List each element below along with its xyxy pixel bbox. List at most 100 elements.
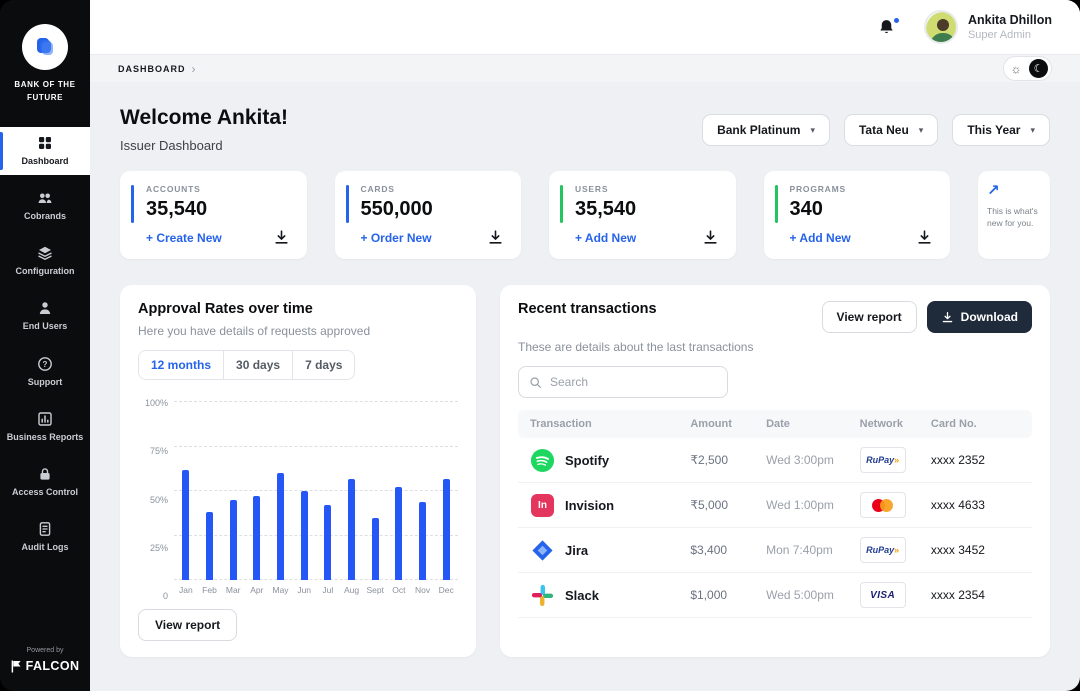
transactions-title: Recent transactions bbox=[518, 301, 657, 317]
breadcrumb-label[interactable]: DASHBOARD bbox=[118, 64, 186, 74]
sidebar-item-label: Configuration bbox=[16, 266, 75, 277]
transaction-row-invision[interactable]: InInvision₹5,000Wed 1:00pmxxxx 4633 bbox=[518, 483, 1032, 528]
chevron-down-icon: ▾ bbox=[919, 125, 924, 136]
y-tick-label: 0 bbox=[163, 591, 168, 601]
sidebar-item-cobrands[interactable]: Cobrands bbox=[0, 182, 90, 230]
table-header-row: TransactionAmountDateNetworkCard No. bbox=[518, 410, 1032, 438]
svg-text:?: ? bbox=[43, 360, 48, 369]
stat-action-link[interactable]: + Order New bbox=[361, 231, 432, 245]
filter-label: Tata Neu bbox=[859, 123, 909, 137]
sidebar-item-label: Dashboard bbox=[21, 156, 68, 167]
download-icon[interactable] bbox=[702, 229, 720, 247]
stat-action-link[interactable]: + Add New bbox=[575, 231, 636, 245]
avatar[interactable] bbox=[924, 10, 958, 44]
access-control-lock-icon bbox=[37, 466, 53, 482]
powered-by-label: Powered by bbox=[27, 647, 64, 654]
sidebar-item-support[interactable]: ?Support bbox=[0, 348, 90, 396]
chart-plot bbox=[174, 402, 458, 580]
stat-label: USERS bbox=[575, 184, 720, 194]
sidebar-item-label: Access Control bbox=[12, 487, 78, 498]
bank-logo: BANK OF THE FUTURE bbox=[0, 24, 90, 105]
sidebar-item-label: Audit Logs bbox=[22, 542, 69, 553]
tab-30-days[interactable]: 30 days bbox=[224, 351, 293, 379]
sidebar-item-dashboard[interactable]: Dashboard bbox=[0, 127, 90, 175]
network-badge: RuPay» bbox=[860, 447, 906, 473]
sidebar-item-business-reports[interactable]: Business Reports bbox=[0, 403, 90, 451]
tab-12-months[interactable]: 12 months bbox=[139, 351, 224, 379]
main-area: Ankita Dhillon Super Admin DASHBOARD › ☼… bbox=[90, 0, 1080, 691]
sidebar-item-configuration[interactable]: Configuration bbox=[0, 237, 90, 285]
whats-new-text: This is what's new for you. bbox=[987, 205, 1041, 230]
search-input[interactable] bbox=[550, 375, 717, 389]
download-icon bbox=[941, 311, 954, 324]
x-tick-label: Aug bbox=[340, 585, 364, 595]
transaction-row-slack[interactable]: Slack$1,000Wed 5:00pmVISAxxxx 2354 bbox=[518, 573, 1032, 618]
recent-transactions-card: Recent transactions View report Download… bbox=[500, 285, 1050, 657]
sidebar-item-audit-logs[interactable]: Audit Logs bbox=[0, 513, 90, 561]
audit-logs-document-icon bbox=[37, 521, 53, 537]
stat-value: 35,540 bbox=[146, 198, 291, 221]
bar-jan bbox=[174, 402, 198, 580]
stat-accent-bar bbox=[346, 185, 349, 223]
notifications-bell[interactable] bbox=[876, 16, 898, 38]
sidebar-item-label: End Users bbox=[23, 321, 68, 332]
transaction-row-jira[interactable]: Jira$3,400Mon 7:40pmRuPay»xxxx 3452 bbox=[518, 528, 1032, 573]
approval-title: Approval Rates over time bbox=[138, 301, 458, 317]
approval-bar-chart: 100%75%50%25%0 JanFebMarAprMayJunJulAugS… bbox=[138, 402, 458, 595]
bar-dec bbox=[434, 402, 458, 580]
y-tick-label: 75% bbox=[150, 446, 168, 456]
download-button[interactable]: Download bbox=[927, 301, 1032, 333]
transactions-view-report-button[interactable]: View report bbox=[822, 301, 917, 333]
slack-icon bbox=[530, 583, 555, 608]
download-icon[interactable] bbox=[273, 229, 291, 247]
stat-label: CARDS bbox=[361, 184, 506, 194]
transaction-amount: $1,000 bbox=[690, 588, 766, 602]
user-menu[interactable]: Ankita Dhillon Super Admin bbox=[924, 10, 1052, 44]
sidebar-item-end-users[interactable]: End Users bbox=[0, 292, 90, 340]
breadcrumb[interactable]: DASHBOARD › bbox=[118, 62, 197, 76]
sidebar-item-access-control[interactable]: Access Control bbox=[0, 458, 90, 506]
stat-action-link[interactable]: + Create New bbox=[146, 231, 222, 245]
user-name: Ankita Dhillon bbox=[968, 13, 1052, 27]
spotify-icon bbox=[530, 448, 555, 473]
stat-accent-bar bbox=[775, 185, 778, 223]
dark-mode-icon[interactable]: ☾ bbox=[1029, 59, 1048, 78]
network-badge: VISA bbox=[860, 582, 906, 608]
arrow-up-right-icon: ↗ bbox=[987, 181, 1041, 199]
theme-toggle[interactable]: ☼ ☾ bbox=[1003, 56, 1052, 81]
tab-7-days[interactable]: 7 days bbox=[293, 351, 354, 379]
falcon-flag-icon bbox=[11, 660, 22, 673]
stat-label: PROGRAMS bbox=[790, 184, 935, 194]
filter-dropdowns: Bank Platinum▾Tata Neu▾This Year▾ bbox=[702, 114, 1050, 146]
chevron-down-icon: ▾ bbox=[1030, 125, 1035, 136]
x-tick-label: May bbox=[269, 585, 293, 595]
transaction-card-number: xxxx 2352 bbox=[931, 453, 1020, 467]
stat-action-link[interactable]: + Add New bbox=[790, 231, 851, 245]
light-mode-icon[interactable]: ☼ bbox=[1007, 60, 1025, 78]
x-tick-label: Jul bbox=[316, 585, 340, 595]
bar-jun bbox=[292, 402, 316, 580]
stat-accent-bar bbox=[560, 185, 563, 223]
stat-card-users: USERS35,540+ Add New bbox=[549, 171, 736, 259]
dashboard-content: Welcome Ankita! Issuer Dashboard Bank Pl… bbox=[90, 82, 1080, 691]
filter-dropdown-tata-neu[interactable]: Tata Neu ▾ bbox=[844, 114, 938, 146]
stat-cards-row: ACCOUNTS35,540+ Create NewCARDS550,000+ … bbox=[120, 171, 1050, 259]
bar-mar bbox=[221, 402, 245, 580]
mastercard-logo bbox=[872, 499, 893, 512]
whats-new-card[interactable]: ↗ This is what's new for you. bbox=[978, 171, 1050, 259]
transaction-row-spotify[interactable]: Spotify₹2,500Wed 3:00pmRuPay»xxxx 2352 bbox=[518, 438, 1032, 483]
bar-may bbox=[269, 402, 293, 580]
transaction-name: Spotify bbox=[565, 453, 609, 468]
page-subtitle: Issuer Dashboard bbox=[120, 138, 288, 153]
bar-jul bbox=[316, 402, 340, 580]
download-icon[interactable] bbox=[916, 229, 934, 247]
rupay-logo: RuPay» bbox=[866, 455, 899, 465]
filter-dropdown-bank-platinum[interactable]: Bank Platinum▾ bbox=[702, 114, 830, 146]
x-tick-label: Jan bbox=[174, 585, 198, 595]
filter-dropdown-this-year[interactable]: This Year▾ bbox=[952, 114, 1050, 146]
bar-nov bbox=[411, 402, 435, 580]
chevron-down-icon: ▾ bbox=[810, 125, 815, 136]
download-icon[interactable] bbox=[487, 229, 505, 247]
approval-view-report-button[interactable]: View report bbox=[138, 609, 237, 641]
x-tick-label: Apr bbox=[245, 585, 269, 595]
